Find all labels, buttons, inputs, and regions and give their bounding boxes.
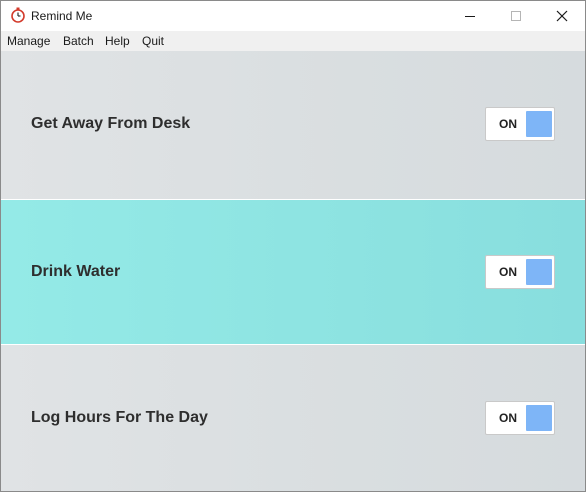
- menu-manage[interactable]: Manage: [7, 34, 50, 48]
- minimize-button[interactable]: [447, 1, 493, 31]
- toggle-knob: [526, 111, 552, 137]
- app-window: Remind Me Manage Batch Help Quit Get Awa…: [0, 0, 586, 492]
- toggle-knob: [526, 405, 552, 431]
- reminder-panel-get-away-from-desk: Get Away From Desk ON: [1, 51, 585, 200]
- close-icon: [556, 10, 568, 22]
- close-button[interactable]: [539, 1, 585, 31]
- minimize-icon: [465, 16, 475, 17]
- reminder-toggle[interactable]: ON: [485, 401, 555, 435]
- window-title: Remind Me: [31, 9, 93, 23]
- menu-quit[interactable]: Quit: [142, 34, 164, 48]
- toggle-label: ON: [499, 411, 517, 425]
- menu-bar: Manage Batch Help Quit: [1, 31, 585, 51]
- maximize-button[interactable]: [493, 1, 539, 31]
- reminder-panel-drink-water: Drink Water ON: [1, 200, 585, 345]
- title-bar[interactable]: Remind Me: [1, 1, 585, 31]
- menu-batch[interactable]: Batch: [63, 34, 94, 48]
- reminder-title: Get Away From Desk: [31, 115, 191, 132]
- menu-help[interactable]: Help: [105, 34, 130, 48]
- reminder-title: Log Hours For The Day: [31, 409, 208, 426]
- reminder-toggle[interactable]: ON: [485, 107, 555, 141]
- stopwatch-icon: [10, 7, 26, 23]
- maximize-icon: [511, 11, 521, 21]
- reminder-panel-log-hours: Log Hours For The Day ON: [1, 345, 585, 491]
- toggle-knob: [526, 259, 552, 285]
- toggle-label: ON: [499, 117, 517, 131]
- reminder-title: Drink Water: [31, 263, 121, 280]
- reminder-toggle[interactable]: ON: [485, 255, 555, 289]
- toggle-label: ON: [499, 265, 517, 279]
